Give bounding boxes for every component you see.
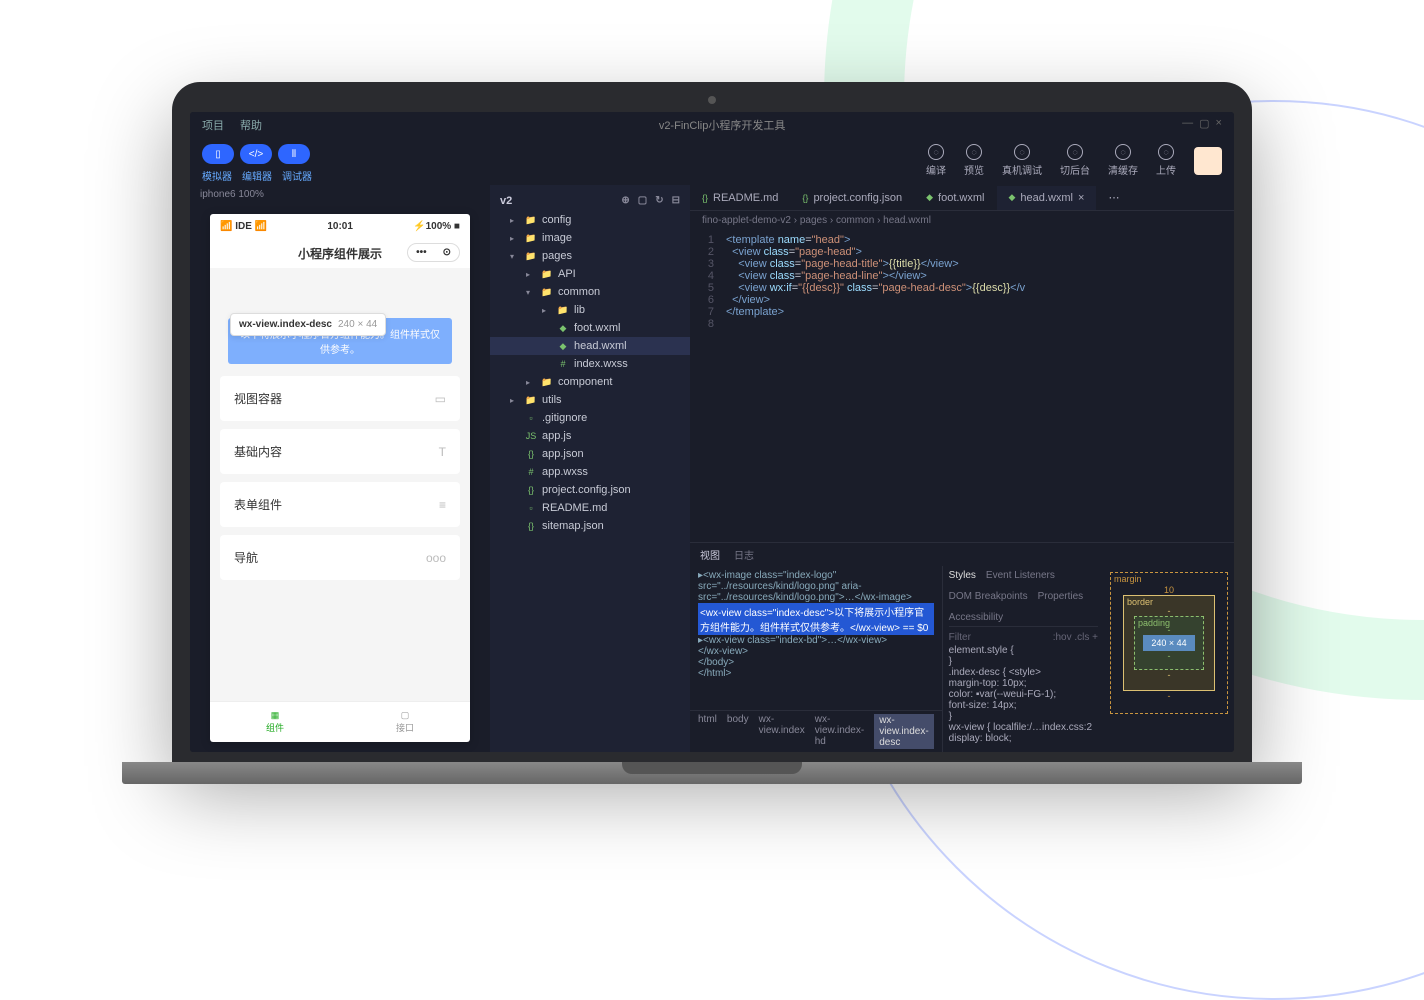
list-item[interactable]: 基础内容T: [220, 429, 460, 474]
tree-item[interactable]: ▸📁lib: [490, 301, 690, 319]
tab-more-icon[interactable]: ⋯: [1096, 185, 1131, 210]
maximize-icon[interactable]: ▢: [1199, 117, 1209, 133]
new-folder-icon[interactable]: ▢: [638, 195, 647, 207]
menu-project[interactable]: 项目: [202, 117, 224, 133]
device-label[interactable]: iphone6 100%: [190, 185, 490, 204]
window-title: v2-FinClip小程序开发工具: [659, 117, 786, 133]
list-item[interactable]: 表单组件≡: [220, 482, 460, 527]
tree-item[interactable]: ▸📁image: [490, 229, 690, 247]
close-icon[interactable]: ×: [1216, 117, 1222, 133]
menubar: 项目 帮助 v2-FinClip小程序开发工具 — ▢ ×: [190, 112, 1234, 138]
tree-item[interactable]: ▾📁common: [490, 283, 690, 301]
devtools-panel: 视图 日志 ▸<wx-image class="index-logo" src=…: [690, 542, 1234, 752]
more-icon[interactable]: •••: [408, 244, 435, 261]
devtools-tab-view[interactable]: 视图: [700, 547, 720, 562]
box-model: margin 10 border - padding - 240 × 44 - …: [1104, 566, 1234, 752]
debugger-toggle[interactable]: ⫴: [278, 144, 310, 164]
toolbar-预览[interactable]: ◌预览: [964, 144, 984, 177]
editor-tab[interactable]: ◆foot.wxml: [914, 186, 996, 210]
tree-item[interactable]: ▸📁API: [490, 265, 690, 283]
file-explorer[interactable]: v2 ⊕ ▢ ↻ ⊟ ▸📁config▸📁image▾📁pages▸📁API▾📁…: [490, 185, 690, 752]
menu-help[interactable]: 帮助: [240, 117, 262, 133]
breadcrumb[interactable]: fino-applet-demo-v2 › pages › common › h…: [690, 211, 1234, 230]
code-editor[interactable]: 1<template name="head">2 <view class="pa…: [690, 230, 1234, 542]
refresh-icon[interactable]: ↻: [655, 195, 663, 207]
tree-item[interactable]: ◆head.wxml: [490, 337, 690, 355]
page-title: 小程序组件展示: [298, 247, 382, 261]
editor-tab[interactable]: ◆head.wxml ×: [997, 186, 1097, 210]
tree-item[interactable]: ◆foot.wxml: [490, 319, 690, 337]
tree-item[interactable]: {}project.config.json: [490, 481, 690, 499]
phone-simulator[interactable]: 📶 IDE 📶 10:01 ⚡100% ■ 小程序组件展示 ••• ⊙ wx-v…: [210, 214, 470, 742]
tab-api[interactable]: ▢接口: [340, 702, 470, 742]
inspect-tooltip: wx-view.index-desc240 × 44: [230, 313, 386, 336]
toolbar-编译[interactable]: ◌编译: [926, 144, 946, 177]
simulator-panel: iphone6 100% 📶 IDE 📶 10:01 ⚡100% ■ 小程序组件…: [190, 185, 490, 752]
tree-item[interactable]: JSapp.js: [490, 427, 690, 445]
styles-filter[interactable]: Filter: [949, 632, 971, 643]
list-item[interactable]: 导航ooo: [220, 535, 460, 580]
dom-breadcrumb[interactable]: htmlbodywx-view.indexwx-view.index-hdwx-…: [690, 710, 942, 752]
css-rules[interactable]: element.style {}.index-desc { <style> ma…: [949, 645, 1098, 744]
toolbar: ▯ </> ⫴ 模拟器 编辑器 调试器 ◌编译◌预览◌真机调试◌切后台◌清缓存◌…: [190, 138, 1234, 185]
editor-tab[interactable]: {}README.md: [690, 186, 790, 210]
tree-item[interactable]: {}app.json: [490, 445, 690, 463]
toolbar-真机调试[interactable]: ◌真机调试: [1002, 144, 1042, 177]
toolbar-切后台[interactable]: ◌切后台: [1060, 144, 1090, 177]
new-file-icon[interactable]: ⊕: [621, 195, 629, 207]
tree-item[interactable]: #index.wxss: [490, 355, 690, 373]
editor-panel: {}README.md{}project.config.json◆foot.wx…: [690, 185, 1234, 752]
toolbar-上传[interactable]: ◌上传: [1156, 144, 1176, 177]
tree-item[interactable]: #app.wxss: [490, 463, 690, 481]
devtools-tab-log[interactable]: 日志: [734, 547, 754, 562]
tree-item[interactable]: ▫README.md: [490, 499, 690, 517]
ide-window: 项目 帮助 v2-FinClip小程序开发工具 — ▢ × ▯ </> ⫴ 模拟…: [190, 112, 1234, 752]
editor-tab[interactable]: {}project.config.json: [790, 186, 914, 210]
tab-components[interactable]: ▦组件: [210, 702, 340, 742]
dom-tree[interactable]: ▸<wx-image class="index-logo" src="../re…: [690, 566, 942, 710]
laptop-frame: 项目 帮助 v2-FinClip小程序开发工具 — ▢ × ▯ </> ⫴ 模拟…: [172, 82, 1252, 784]
tree-item[interactable]: {}sitemap.json: [490, 517, 690, 535]
list-item[interactable]: 视图容器▭: [220, 376, 460, 421]
editor-tabs: {}README.md{}project.config.json◆foot.wx…: [690, 185, 1234, 211]
tree-item[interactable]: ▸📁config: [490, 211, 690, 229]
toolbar-清缓存[interactable]: ◌清缓存: [1108, 144, 1138, 177]
simulator-toggle[interactable]: ▯: [202, 144, 234, 164]
tree-item[interactable]: ▸📁component: [490, 373, 690, 391]
collapse-icon[interactable]: ⊟: [672, 195, 680, 207]
avatar[interactable]: [1194, 147, 1222, 175]
editor-toggle[interactable]: </>: [240, 144, 272, 164]
minimize-icon[interactable]: —: [1182, 117, 1193, 133]
tree-item[interactable]: ▾📁pages: [490, 247, 690, 265]
close-circle-icon[interactable]: ⊙: [435, 244, 459, 261]
tree-item[interactable]: ▫.gitignore: [490, 409, 690, 427]
tree-item[interactable]: ▸📁utils: [490, 391, 690, 409]
